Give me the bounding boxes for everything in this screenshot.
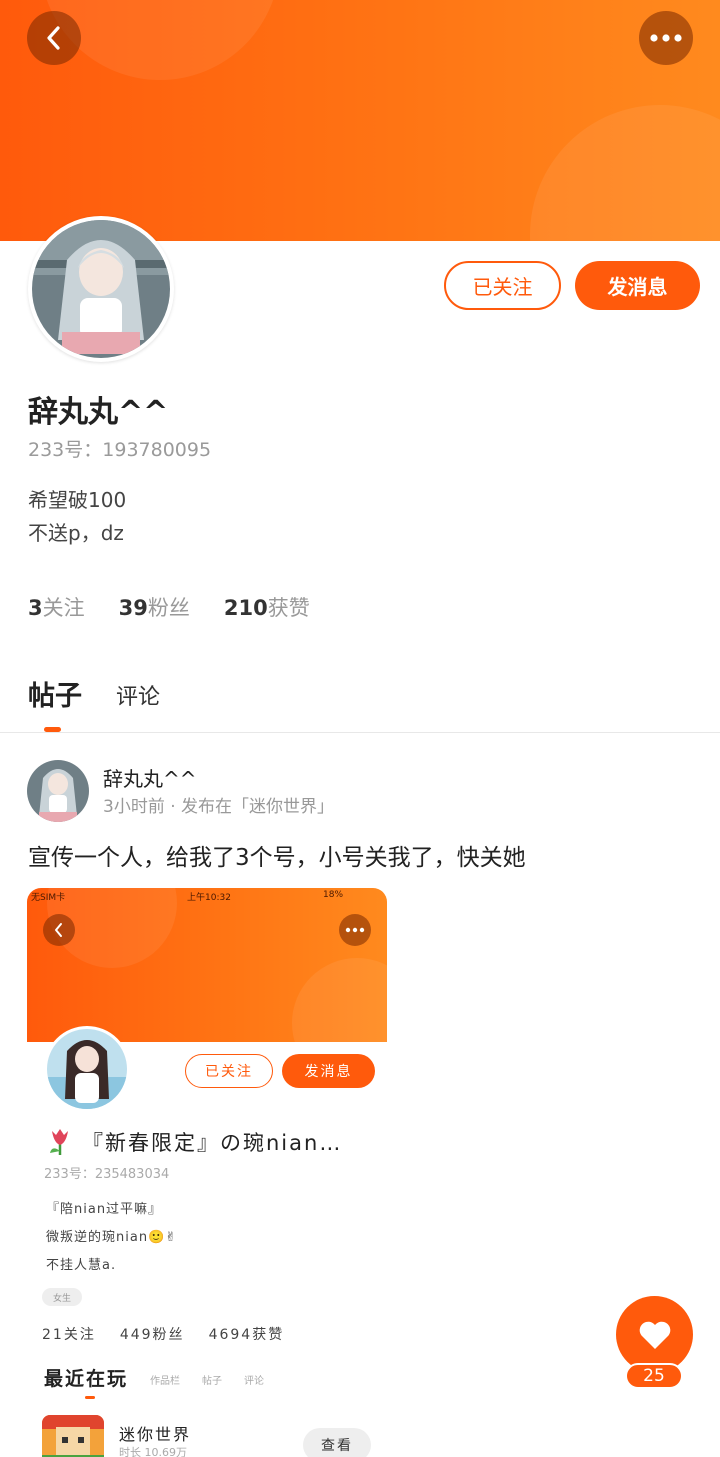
like-button[interactable] [616, 1296, 693, 1373]
banner-decoration [530, 105, 720, 241]
bio-line: 希望破100 [28, 488, 127, 512]
content-tabs: 帖子 评论 [28, 674, 160, 713]
post-meta: 3小时前 · 发布在「迷你世界」 [103, 797, 335, 817]
followed-button[interactable]: 已关注 [444, 261, 561, 310]
likes-stat[interactable]: 210获赞 [224, 592, 310, 622]
following-stat[interactable]: 3关注 [28, 592, 85, 622]
image-game-name: 迷你世界 [119, 1425, 192, 1444]
post-image[interactable]: 无SIM卡 上午10:32 18% 已关注 发消息 『新春限定』の琬nian… … [27, 888, 387, 1457]
chevron-left-icon [47, 26, 60, 50]
image-more-icon [339, 914, 371, 946]
fans-stat[interactable]: 39粉丝 [119, 592, 190, 622]
like-count: 25 [625, 1363, 683, 1389]
image-uid: 233号：235483034 [44, 1167, 170, 1182]
image-look-label: 查看 [303, 1428, 371, 1457]
image-followed-label: 已关注 [185, 1054, 273, 1088]
image-tab-indicator [85, 1396, 95, 1399]
profile-banner [0, 0, 720, 241]
post-text[interactable]: 宣传一个人，给我了3个号，小号关我了，快关她 [28, 838, 526, 872]
image-back-icon [43, 914, 75, 946]
heart-icon [639, 1321, 670, 1349]
bio-line: 不送p，dz [28, 521, 124, 545]
send-message-button[interactable]: 发消息 [575, 261, 700, 310]
post-author-avatar[interactable] [27, 760, 89, 822]
status-time: 上午10:32 [187, 893, 231, 903]
banner-decoration [292, 958, 387, 1042]
status-battery: 18% [323, 890, 344, 900]
tulip-icon [50, 1129, 68, 1155]
divider [0, 732, 720, 733]
image-bio: 『陪nian过平嘛』 微叛逆的琬nian🙂✌ 不挂人慧a. [46, 1202, 178, 1273]
status-carrier: 无SIM卡 [31, 893, 66, 903]
more-dots-icon [650, 34, 682, 42]
post-author-name[interactable]: 辞丸丸^^ [103, 763, 197, 792]
profile-bio: 希望破100 不送p，dz [28, 484, 126, 550]
image-avatar [44, 1026, 130, 1112]
tab-posts[interactable]: 帖子 [28, 674, 82, 713]
image-game-sub: 时长 10.69万 [119, 1446, 187, 1457]
profile-avatar[interactable] [28, 216, 174, 362]
profile-uid: 233号：193780095 [28, 439, 212, 461]
image-gender-tag: 女生 [42, 1288, 82, 1306]
image-tabs: 最近在玩 作品栏 帖子 评论 [44, 1368, 265, 1390]
image-stats: 21关注 449粉丝 4694获赞 [42, 1327, 285, 1343]
back-button[interactable] [27, 11, 81, 65]
image-banner: 无SIM卡 上午10:32 18% [27, 888, 387, 1042]
profile-username: 辞丸丸^^ [28, 395, 169, 430]
more-button[interactable] [639, 11, 693, 65]
tab-comments[interactable]: 评论 [116, 679, 160, 713]
image-game-icon [42, 1415, 104, 1457]
image-username: 『新春限定』の琬nian… [44, 1125, 342, 1159]
image-message-label: 发消息 [282, 1054, 375, 1088]
image-status-bar: 无SIM卡 上午10:32 18% [27, 890, 387, 904]
profile-stats: 3关注 39粉丝 210获赞 [28, 592, 310, 622]
